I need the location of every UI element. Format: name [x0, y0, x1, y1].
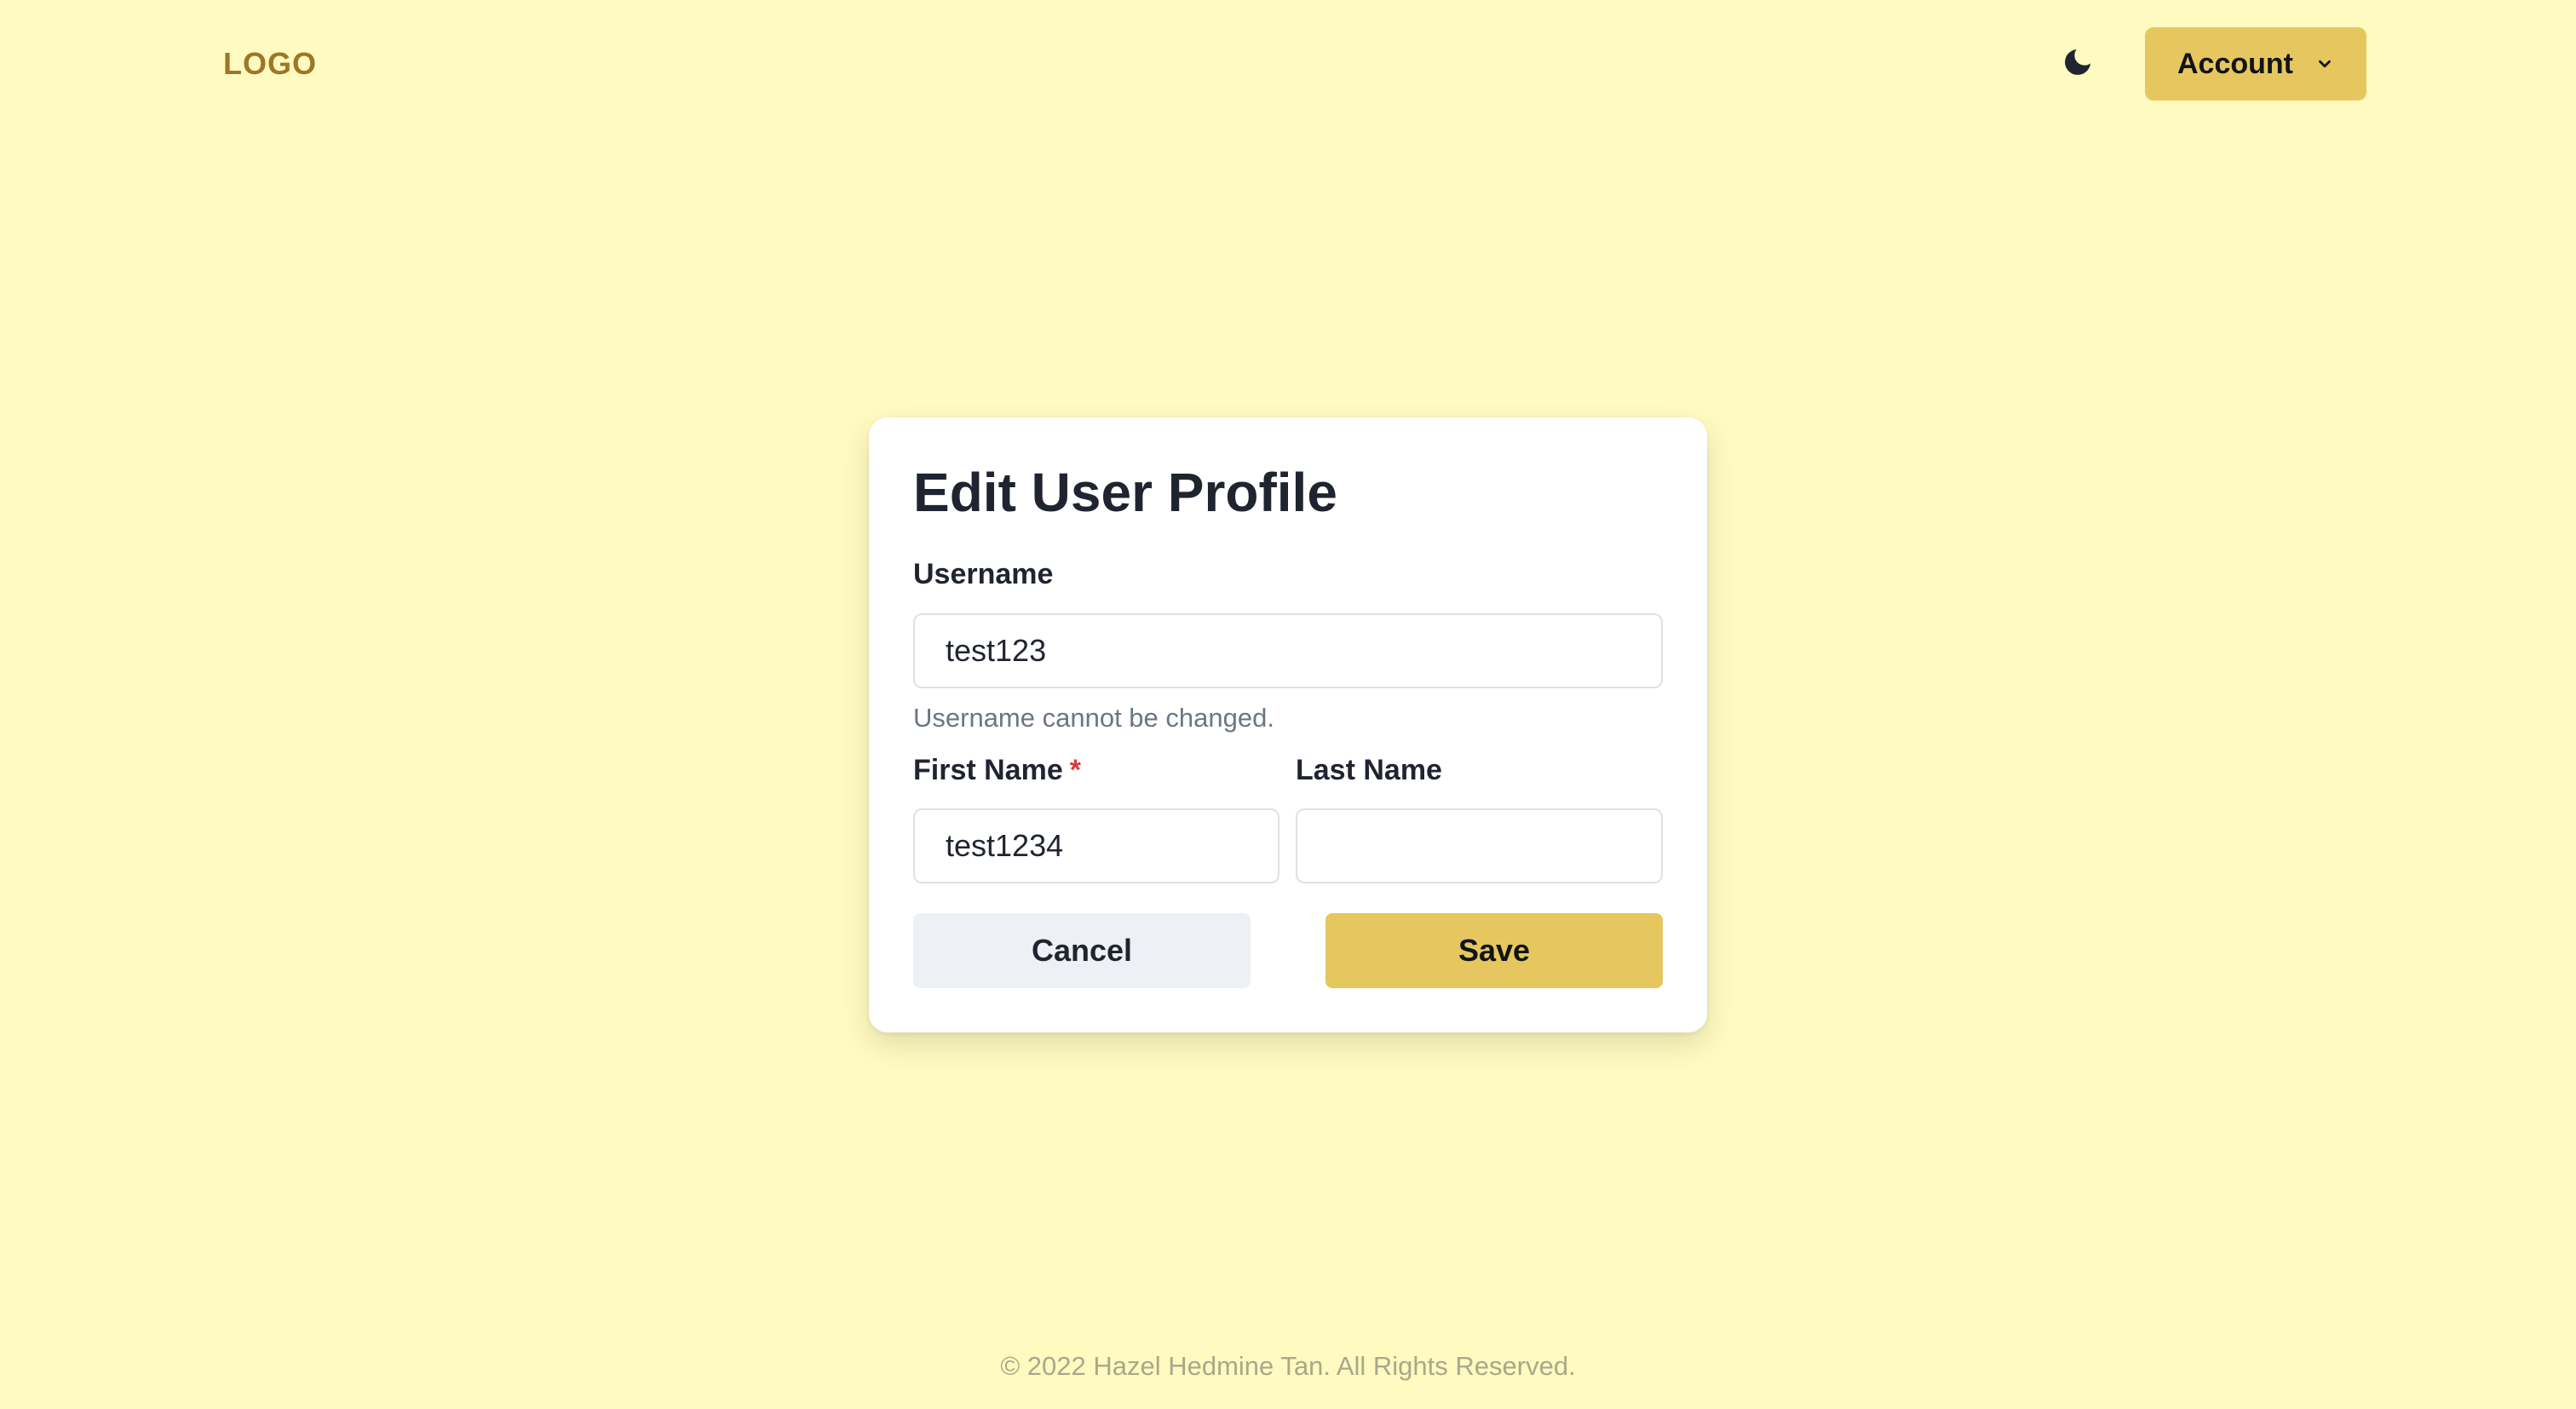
- username-helper-text: Username cannot be changed.: [913, 703, 1274, 733]
- moon-icon: [2061, 45, 2095, 83]
- first-name-label-text: First Name: [913, 754, 1063, 786]
- username-field[interactable]: [913, 613, 1663, 688]
- theme-toggle-button[interactable]: [2053, 39, 2102, 89]
- footer-copyright: © 2022 Hazel Hedmine Tan. All Rights Res…: [1000, 1351, 1576, 1381]
- username-label: Username: [913, 558, 1054, 590]
- last-name-field[interactable]: [1296, 808, 1663, 883]
- account-label: Account: [2177, 47, 2293, 80]
- chevron-down-icon: [2315, 55, 2334, 73]
- logo[interactable]: LOGO: [223, 46, 317, 82]
- page-title: Edit User Profile: [913, 462, 1337, 523]
- last-name-label: Last Name: [1296, 754, 1442, 786]
- save-button[interactable]: Save: [1325, 913, 1663, 988]
- required-marker: *: [1069, 754, 1081, 786]
- first-name-label: First Name *: [913, 753, 1081, 787]
- account-menu-button[interactable]: Account: [2145, 27, 2366, 101]
- first-name-field[interactable]: [913, 808, 1279, 883]
- cancel-button[interactable]: Cancel: [913, 913, 1251, 988]
